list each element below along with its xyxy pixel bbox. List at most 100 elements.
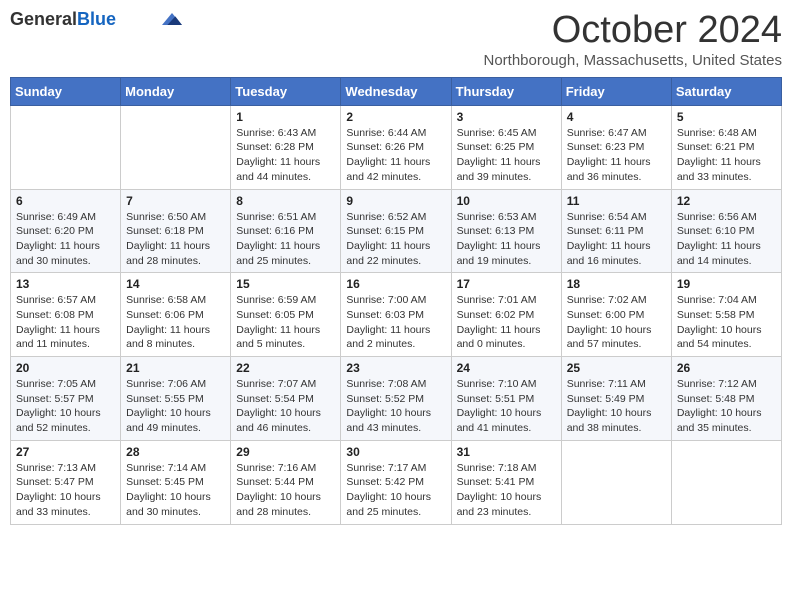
- day-info: Sunrise: 7:13 AMSunset: 5:47 PMDaylight:…: [16, 461, 115, 520]
- day-number: 20: [16, 361, 115, 375]
- day-info: Sunrise: 7:05 AMSunset: 5:57 PMDaylight:…: [16, 377, 115, 436]
- title-section: October 2024 Northborough, Massachusetts…: [484, 10, 783, 69]
- day-number: 30: [346, 445, 445, 459]
- day-number: 7: [126, 194, 225, 208]
- calendar-cell: 12 Sunrise: 6:56 AMSunset: 6:10 PMDayligh…: [671, 189, 781, 273]
- day-info: Sunrise: 7:14 AMSunset: 5:45 PMDaylight:…: [126, 461, 225, 520]
- day-number: 12: [677, 194, 776, 208]
- day-info: Sunrise: 6:44 AMSunset: 6:26 PMDaylight:…: [346, 126, 445, 185]
- location: Northborough, Massachusetts, United Stat…: [484, 52, 783, 69]
- calendar-cell: 8 Sunrise: 6:51 AMSunset: 6:16 PMDaylight…: [231, 189, 341, 273]
- calendar-cell: 14 Sunrise: 6:58 AMSunset: 6:06 PMDayligh…: [121, 273, 231, 357]
- day-number: 16: [346, 277, 445, 291]
- day-info: Sunrise: 7:17 AMSunset: 5:42 PMDaylight:…: [346, 461, 445, 520]
- day-number: 21: [126, 361, 225, 375]
- calendar-cell: [11, 105, 121, 189]
- calendar-cell: 15Sunrise: 6:59 AMSunset: 6:05 PMDayligh…: [231, 273, 341, 357]
- day-info: Sunrise: 7:12 AMSunset: 5:48 PMDaylight:…: [677, 377, 776, 436]
- day-number: 15: [236, 277, 335, 291]
- day-number: 18: [567, 277, 666, 291]
- calendar-cell: 22 Sunrise: 7:07 AMSunset: 5:54 PMDayligh…: [231, 357, 341, 441]
- day-info: Sunrise: 7:06 AMSunset: 5:55 PMDaylight:…: [126, 377, 225, 436]
- weekday-header-monday: Monday: [121, 77, 231, 105]
- calendar-cell: [671, 440, 781, 524]
- day-number: 6: [16, 194, 115, 208]
- calendar-cell: 4 Sunrise: 6:47 AMSunset: 6:23 PMDaylight…: [561, 105, 671, 189]
- calendar-week-3: 13Sunrise: 6:57 AMSunset: 6:08 PMDayligh…: [11, 273, 782, 357]
- day-number: 14: [126, 277, 225, 291]
- day-info: Sunrise: 7:01 AMSunset: 6:02 PMDaylight:…: [457, 293, 556, 352]
- calendar-cell: [561, 440, 671, 524]
- day-info: Sunrise: 7:11 AMSunset: 5:49 PMDaylight:…: [567, 377, 666, 436]
- day-number: 23: [346, 361, 445, 375]
- day-number: 17: [457, 277, 556, 291]
- day-number: 29: [236, 445, 335, 459]
- day-number: 8: [236, 194, 335, 208]
- day-info: Sunrise: 6:58 AMSunset: 6:06 PMDaylight:…: [126, 293, 225, 352]
- day-info: Sunrise: 6:56 AMSunset: 6:10 PMDaylight:…: [677, 210, 776, 269]
- weekday-header-row: SundayMondayTuesdayWednesdayThursdayFrid…: [11, 77, 782, 105]
- weekday-header-saturday: Saturday: [671, 77, 781, 105]
- day-info: Sunrise: 6:54 AMSunset: 6:11 PMDaylight:…: [567, 210, 666, 269]
- day-info: Sunrise: 6:52 AMSunset: 6:15 PMDaylight:…: [346, 210, 445, 269]
- day-number: 19: [677, 277, 776, 291]
- calendar-cell: 28Sunrise: 7:14 AMSunset: 5:45 PMDayligh…: [121, 440, 231, 524]
- calendar-cell: 26Sunrise: 7:12 AMSunset: 5:48 PMDayligh…: [671, 357, 781, 441]
- calendar-cell: 13Sunrise: 6:57 AMSunset: 6:08 PMDayligh…: [11, 273, 121, 357]
- day-number: 22: [236, 361, 335, 375]
- page-header: GeneralBlue October 2024 Northborough, M…: [10, 10, 782, 69]
- calendar-cell: 31 Sunrise: 7:18 AMSunset: 5:41 PMDayligh…: [451, 440, 561, 524]
- day-info: Sunrise: 6:48 AMSunset: 6:21 PMDaylight:…: [677, 126, 776, 185]
- day-number: 13: [16, 277, 115, 291]
- day-number: 9: [346, 194, 445, 208]
- weekday-header-tuesday: Tuesday: [231, 77, 341, 105]
- day-number: 27: [16, 445, 115, 459]
- calendar-cell: 27 Sunrise: 7:13 AMSunset: 5:47 PMDayligh…: [11, 440, 121, 524]
- calendar-cell: 6 Sunrise: 6:49 AMSunset: 6:20 PMDaylight…: [11, 189, 121, 273]
- day-number: 31: [457, 445, 556, 459]
- calendar-cell: 18Sunrise: 7:02 AMSunset: 6:00 PMDayligh…: [561, 273, 671, 357]
- day-info: Sunrise: 6:43 AMSunset: 6:28 PMDaylight:…: [236, 126, 335, 185]
- day-info: Sunrise: 7:18 AMSunset: 5:41 PMDaylight:…: [457, 461, 556, 520]
- calendar-week-5: 27 Sunrise: 7:13 AMSunset: 5:47 PMDayligh…: [11, 440, 782, 524]
- day-number: 10: [457, 194, 556, 208]
- day-info: Sunrise: 7:16 AMSunset: 5:44 PMDaylight:…: [236, 461, 335, 520]
- calendar-cell: 29 Sunrise: 7:16 AMSunset: 5:44 PMDayligh…: [231, 440, 341, 524]
- day-info: Sunrise: 6:47 AMSunset: 6:23 PMDaylight:…: [567, 126, 666, 185]
- weekday-header-friday: Friday: [561, 77, 671, 105]
- day-info: Sunrise: 7:07 AMSunset: 5:54 PMDaylight:…: [236, 377, 335, 436]
- calendar-cell: 3 Sunrise: 6:45 AMSunset: 6:25 PMDaylight…: [451, 105, 561, 189]
- logo-icon: [162, 13, 182, 25]
- day-info: Sunrise: 6:45 AMSunset: 6:25 PMDaylight:…: [457, 126, 556, 185]
- weekday-header-wednesday: Wednesday: [341, 77, 451, 105]
- calendar-cell: 9 Sunrise: 6:52 AMSunset: 6:15 PMDaylight…: [341, 189, 451, 273]
- calendar-cell: 20 Sunrise: 7:05 AMSunset: 5:57 PMDayligh…: [11, 357, 121, 441]
- month-title: October 2024: [484, 10, 783, 52]
- calendar-cell: 5Sunrise: 6:48 AMSunset: 6:21 PMDaylight…: [671, 105, 781, 189]
- calendar-cell: 17 Sunrise: 7:01 AMSunset: 6:02 PMDayligh…: [451, 273, 561, 357]
- day-info: Sunrise: 6:50 AMSunset: 6:18 PMDaylight:…: [126, 210, 225, 269]
- calendar-week-1: 1 Sunrise: 6:43 AMSunset: 6:28 PMDaylight…: [11, 105, 782, 189]
- day-info: Sunrise: 6:49 AMSunset: 6:20 PMDaylight:…: [16, 210, 115, 269]
- day-number: 11: [567, 194, 666, 208]
- weekday-header-sunday: Sunday: [11, 77, 121, 105]
- logo-text: GeneralBlue: [10, 10, 116, 30]
- calendar-week-4: 20 Sunrise: 7:05 AMSunset: 5:57 PMDayligh…: [11, 357, 782, 441]
- day-info: Sunrise: 6:51 AMSunset: 6:16 PMDaylight:…: [236, 210, 335, 269]
- day-info: Sunrise: 6:53 AMSunset: 6:13 PMDaylight:…: [457, 210, 556, 269]
- weekday-header-thursday: Thursday: [451, 77, 561, 105]
- day-number: 25: [567, 361, 666, 375]
- calendar-cell: 7 Sunrise: 6:50 AMSunset: 6:18 PMDaylight…: [121, 189, 231, 273]
- calendar-cell: 30 Sunrise: 7:17 AMSunset: 5:42 PMDayligh…: [341, 440, 451, 524]
- calendar-cell: 11 Sunrise: 6:54 AMSunset: 6:11 PMDayligh…: [561, 189, 671, 273]
- day-number: 1: [236, 110, 335, 124]
- calendar-cell: 19Sunrise: 7:04 AMSunset: 5:58 PMDayligh…: [671, 273, 781, 357]
- day-info: Sunrise: 7:00 AMSunset: 6:03 PMDaylight:…: [346, 293, 445, 352]
- calendar-cell: 23Sunrise: 7:08 AMSunset: 5:52 PMDayligh…: [341, 357, 451, 441]
- calendar-cell: 25 Sunrise: 7:11 AMSunset: 5:49 PMDayligh…: [561, 357, 671, 441]
- calendar-table: SundayMondayTuesdayWednesdayThursdayFrid…: [10, 77, 782, 525]
- day-number: 24: [457, 361, 556, 375]
- day-number: 3: [457, 110, 556, 124]
- day-number: 4: [567, 110, 666, 124]
- calendar-cell: [121, 105, 231, 189]
